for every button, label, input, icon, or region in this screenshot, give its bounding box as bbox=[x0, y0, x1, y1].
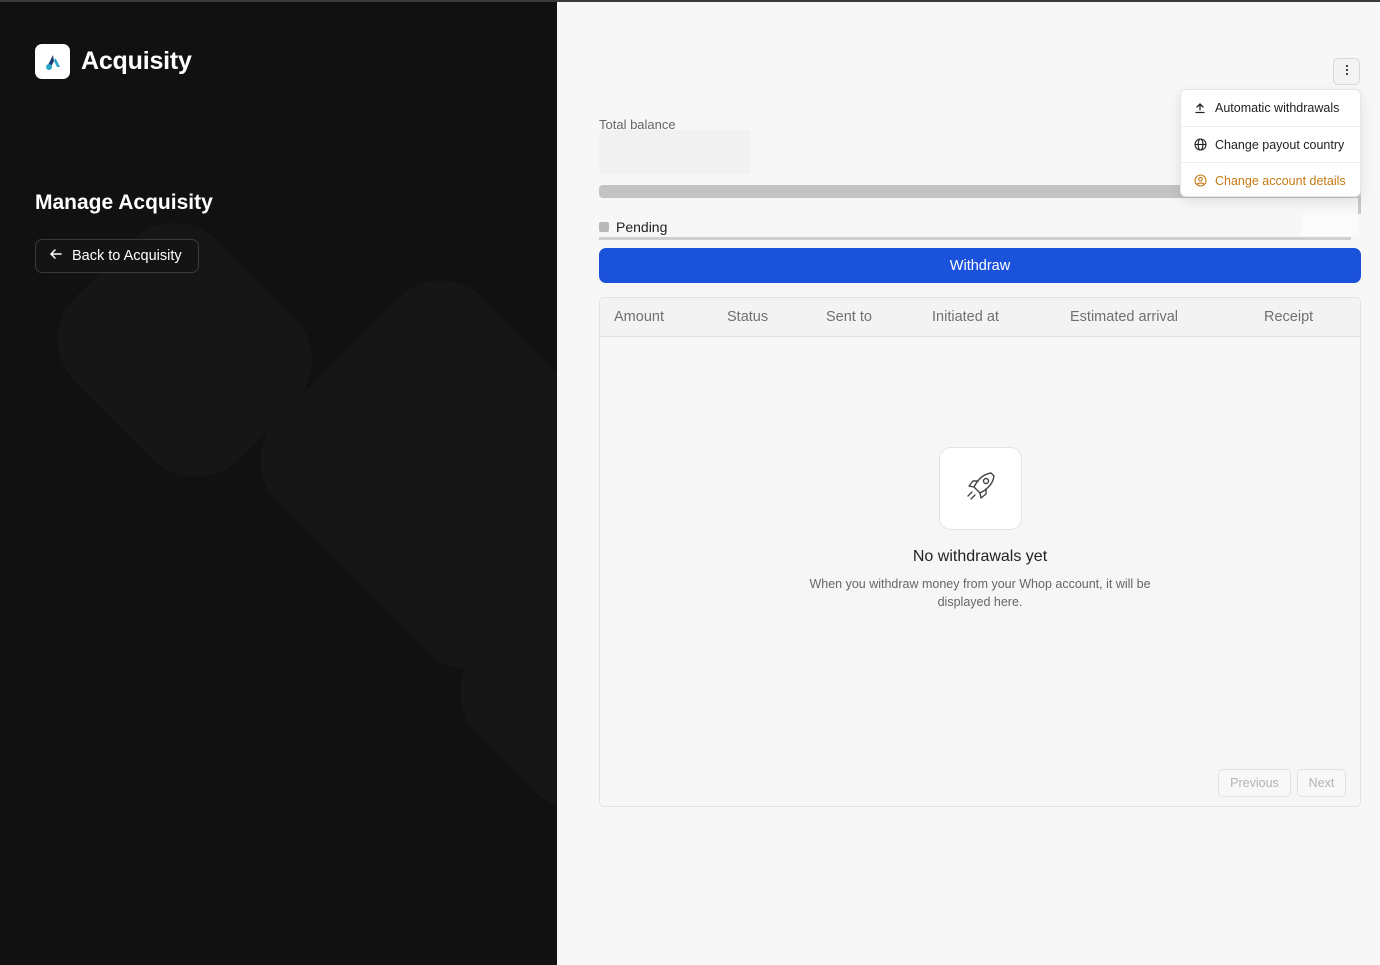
options-dropdown-menu: Automatic withdrawals Change payout coun… bbox=[1180, 89, 1361, 197]
brand-logo[interactable]: Acquisity bbox=[35, 44, 192, 79]
previous-page-button[interactable]: Previous bbox=[1218, 769, 1291, 797]
sidebar: Acquisity Manage Acquisity Back to Acqui… bbox=[0, 0, 557, 965]
main-content: Total balance Pending Withdraw Amount St… bbox=[557, 0, 1380, 965]
menu-item-change-payout-country[interactable]: Change payout country bbox=[1181, 126, 1360, 162]
column-header-amount[interactable]: Amount bbox=[614, 309, 664, 325]
total-balance-label: Total balance bbox=[599, 117, 676, 129]
window-top-border bbox=[0, 0, 1380, 2]
column-header-estimated-arrival[interactable]: Estimated arrival bbox=[1070, 309, 1178, 325]
empty-state-description: When you withdraw money from your Whop a… bbox=[809, 577, 1151, 609]
empty-state-icon-box bbox=[939, 447, 1022, 530]
menu-item-automatic-withdrawals[interactable]: Automatic withdrawals bbox=[1181, 90, 1360, 126]
pending-swatch bbox=[599, 222, 609, 232]
back-button-label: Back to Acquisity bbox=[72, 248, 182, 264]
balance-amount-placeholder bbox=[599, 130, 751, 174]
column-header-sent-to[interactable]: Sent to bbox=[826, 309, 872, 325]
menu-item-label: Change account details bbox=[1215, 173, 1346, 188]
next-page-button[interactable]: Next bbox=[1297, 769, 1346, 797]
back-button[interactable]: Back to Acquisity bbox=[35, 239, 199, 273]
brand-name: Acquisity bbox=[81, 47, 192, 75]
menu-item-label: Automatic withdrawals bbox=[1215, 101, 1340, 115]
table-header: Amount Status Sent to Initiated at Estim… bbox=[600, 298, 1360, 337]
progress-marker bbox=[1358, 196, 1361, 214]
menu-item-label: Change payout country bbox=[1215, 137, 1345, 152]
column-header-receipt[interactable]: Receipt bbox=[1264, 309, 1313, 325]
globe-icon bbox=[1193, 138, 1207, 152]
empty-state-title: No withdrawals yet bbox=[912, 548, 1048, 565]
more-vertical-icon bbox=[1345, 64, 1349, 79]
pending-label: Pending bbox=[616, 219, 668, 235]
arrow-left-icon bbox=[49, 247, 63, 265]
pending-value-placeholder bbox=[1301, 214, 1359, 236]
pending-divider bbox=[599, 237, 1351, 240]
column-header-initiated-at[interactable]: Initiated at bbox=[932, 309, 999, 325]
column-header-status[interactable]: Status bbox=[727, 309, 768, 325]
more-options-button[interactable] bbox=[1333, 58, 1360, 85]
withdrawals-table: Amount Status Sent to Initiated at Estim… bbox=[599, 297, 1361, 807]
pending-legend: Pending bbox=[599, 219, 667, 235]
sidebar-title: Manage Acquisity bbox=[35, 191, 213, 214]
acquisity-logo-icon bbox=[35, 44, 70, 79]
upload-icon bbox=[1193, 101, 1207, 115]
rocket-icon bbox=[961, 466, 1001, 511]
withdraw-button[interactable]: Withdraw bbox=[599, 248, 1361, 283]
menu-item-change-account-details[interactable]: Change account details bbox=[1181, 162, 1360, 198]
user-circle-icon bbox=[1193, 174, 1207, 188]
